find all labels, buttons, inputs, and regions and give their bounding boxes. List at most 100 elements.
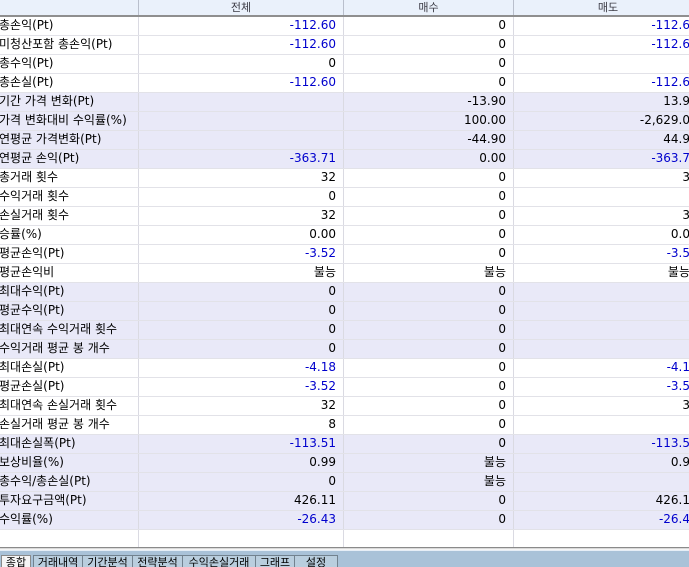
empty-cell: [514, 530, 689, 547]
tab-chart[interactable]: 그래프: [255, 555, 295, 567]
table-row: 연평균 손익(Pt)-363.710.00-363.7: [0, 150, 689, 169]
table-row: 평균손익(Pt)-3.520-3.5: [0, 245, 689, 264]
total-value: 0: [139, 473, 344, 491]
buy-value: 0: [344, 245, 514, 263]
sell-value: [514, 188, 689, 206]
tab-settings[interactable]: 설정: [294, 555, 338, 567]
total-value: 0: [139, 302, 344, 320]
sell-value: [514, 340, 689, 358]
total-value: 32: [139, 397, 344, 415]
grid-header-row: 전체매수매도: [0, 0, 689, 17]
sell-value: [514, 473, 689, 491]
row-label: 수익거래 평균 봉 개수: [0, 340, 139, 358]
sell-value: 3: [514, 397, 689, 415]
column-header-total: 전체: [139, 0, 344, 15]
row-label: 손실거래 평균 봉 개수: [0, 416, 139, 434]
tab-summary[interactable]: 종합: [1, 555, 31, 567]
total-value: [139, 112, 344, 130]
buy-value: 0: [344, 226, 514, 244]
buy-value: -44.90: [344, 131, 514, 149]
row-label: 가격 변화대비 수익률(%): [0, 112, 139, 130]
buy-value: 0: [344, 397, 514, 415]
total-value: -112.60: [139, 36, 344, 54]
total-value: -26.43: [139, 511, 344, 529]
sell-value: -3.5: [514, 378, 689, 396]
total-value: 불능: [139, 264, 344, 282]
results-grid: 전체매수매도 총손익(Pt)-112.600-112.6미청산포함 총손익(Pt…: [0, 0, 689, 547]
sell-value: [514, 55, 689, 73]
sell-value: 426.1: [514, 492, 689, 510]
table-row: 최대손실폭(Pt)-113.510-113.5: [0, 435, 689, 454]
total-value: -113.51: [139, 435, 344, 453]
table-row: 평균수익(Pt)00: [0, 302, 689, 321]
table-row: 평균손익비불능불능불능: [0, 264, 689, 283]
row-label: 손실거래 횟수: [0, 207, 139, 225]
buy-value: -13.90: [344, 93, 514, 111]
empty-cell: [344, 530, 514, 547]
total-value: 426.11: [139, 492, 344, 510]
tab-period-analysis[interactable]: 기간분석: [82, 555, 133, 567]
sell-value: -112.6: [514, 74, 689, 92]
sell-value: [514, 321, 689, 339]
total-value: 0: [139, 283, 344, 301]
table-row: 승률(%)0.0000.0: [0, 226, 689, 245]
total-value: 0: [139, 188, 344, 206]
column-header-buy: 매수: [344, 0, 514, 15]
table-row: 총거래 횟수3203: [0, 169, 689, 188]
sell-value: 44.9: [514, 131, 689, 149]
tab-trade-history[interactable]: 거래내역: [33, 555, 83, 567]
buy-value: 0: [344, 169, 514, 187]
row-label: 최대손실(Pt): [0, 359, 139, 377]
table-row: 총손익(Pt)-112.600-112.6: [0, 17, 689, 36]
buy-value: 0: [344, 435, 514, 453]
sell-value: -363.7: [514, 150, 689, 168]
total-value: 0: [139, 55, 344, 73]
total-value: -3.52: [139, 245, 344, 263]
total-value: -112.60: [139, 74, 344, 92]
tab-profit-loss-trades[interactable]: 수익손실거래: [182, 555, 256, 567]
total-value: 0: [139, 340, 344, 358]
row-label: 보상비율(%): [0, 454, 139, 472]
buy-value: 불능: [344, 473, 514, 491]
table-row: 가격 변화대비 수익률(%)100.00-2,629.0: [0, 112, 689, 131]
buy-value: 0: [344, 416, 514, 434]
table-row: 총수익/총손실(Pt)0불능: [0, 473, 689, 492]
sell-value: -113.5: [514, 435, 689, 453]
table-row: 투자요구금액(Pt)426.110426.1: [0, 492, 689, 511]
buy-value: 0: [344, 207, 514, 225]
sell-value: -26.4: [514, 511, 689, 529]
buy-value: 0.00: [344, 150, 514, 168]
sell-value: [514, 302, 689, 320]
sell-value: -3.5: [514, 245, 689, 263]
sell-value: 13.9: [514, 93, 689, 111]
buy-value: 0: [344, 55, 514, 73]
total-value: 8: [139, 416, 344, 434]
buy-value: 불능: [344, 454, 514, 472]
table-row: 수익률(%)-26.430-26.4: [0, 511, 689, 530]
grid-body: 총손익(Pt)-112.600-112.6미청산포함 총손익(Pt)-112.6…: [0, 17, 689, 547]
buy-value: 불능: [344, 264, 514, 282]
sell-value: [514, 416, 689, 434]
empty-cell: [139, 530, 344, 547]
table-row: 기간 가격 변화(Pt)-13.9013.9: [0, 93, 689, 112]
sell-value: -2,629.0: [514, 112, 689, 130]
table-row: 연평균 가격변화(Pt)-44.9044.9: [0, 131, 689, 150]
row-label: 투자요구금액(Pt): [0, 492, 139, 510]
total-value: -4.18: [139, 359, 344, 377]
row-label: 평균수익(Pt): [0, 302, 139, 320]
row-label: 승률(%): [0, 226, 139, 244]
tab-strategy-analysis[interactable]: 전략분석: [132, 555, 183, 567]
sell-value: 0.0: [514, 226, 689, 244]
buy-value: 0: [344, 511, 514, 529]
buy-value: 0: [344, 321, 514, 339]
total-value: [139, 131, 344, 149]
table-row: 최대연속 수익거래 횟수00: [0, 321, 689, 340]
row-label: 평균손익(Pt): [0, 245, 139, 263]
sell-value: 3: [514, 169, 689, 187]
total-value: 32: [139, 169, 344, 187]
buy-value: 0: [344, 74, 514, 92]
sell-value: -112.6: [514, 36, 689, 54]
buy-value: 0: [344, 378, 514, 396]
table-row: 보상비율(%)0.99불능0.9: [0, 454, 689, 473]
table-row: 수익거래 평균 봉 개수00: [0, 340, 689, 359]
